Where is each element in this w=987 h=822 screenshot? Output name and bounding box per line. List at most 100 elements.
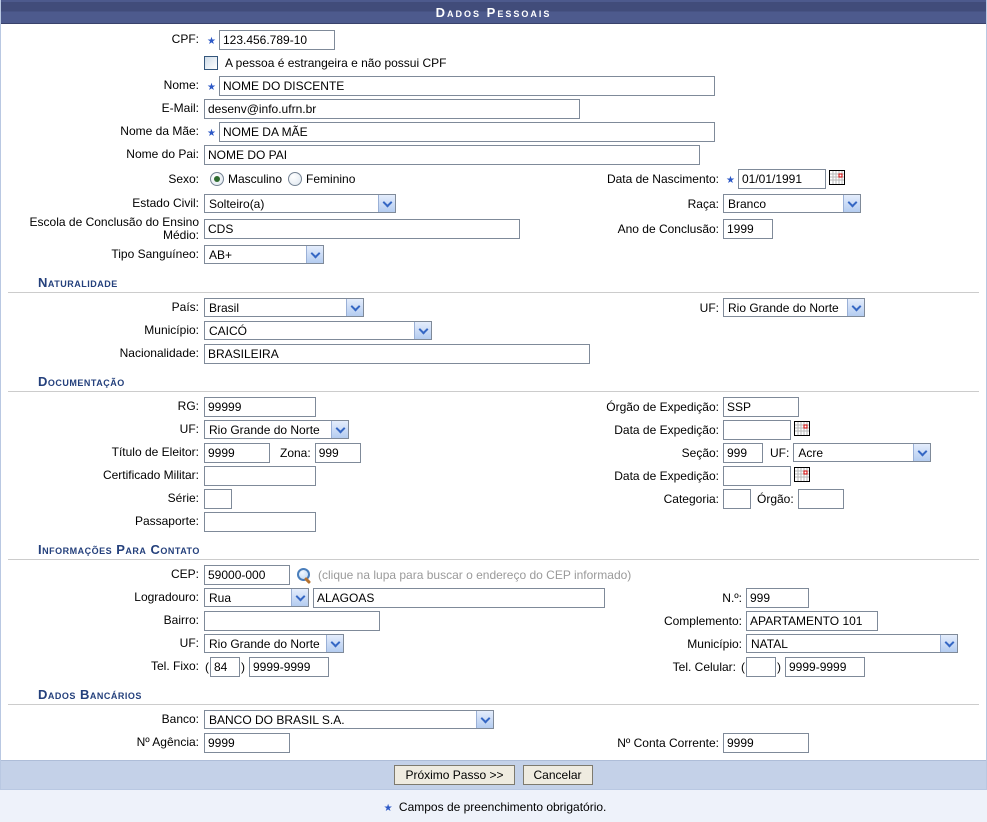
- section-naturalidade: Naturalidade: [8, 268, 979, 293]
- conta-label: Nº Conta Corrente:: [431, 736, 723, 750]
- numero-input[interactable]: [746, 588, 809, 608]
- email-label: E-Mail:: [9, 102, 204, 115]
- required-icon: [207, 33, 216, 47]
- orgao-input[interactable]: [798, 489, 844, 509]
- data-expedicao-rg-input[interactable]: [723, 420, 791, 440]
- categoria-label: Categoria:: [431, 492, 723, 506]
- logradouro-tipo-select[interactable]: Rua: [204, 588, 309, 607]
- estado-civil-row: Estado Civil: Solteiro(a) Raça: Branco: [1, 192, 986, 215]
- municipio-naturalidade-select[interactable]: CAICÓ: [204, 321, 432, 340]
- agencia-row: Nº Agência: Nº Conta Corrente:: [1, 731, 986, 754]
- chevron-down-icon: [940, 635, 957, 652]
- foreigner-checkbox[interactable]: [204, 56, 218, 70]
- nascimento-input[interactable]: [738, 169, 826, 189]
- email-row: E-Mail:: [1, 97, 986, 120]
- pais-select[interactable]: Brasil: [204, 298, 364, 317]
- chevron-down-icon: [913, 444, 930, 461]
- chevron-down-icon: [331, 421, 348, 438]
- nacionalidade-input[interactable]: [204, 344, 590, 364]
- sexo-masculino-radio[interactable]: [210, 172, 224, 186]
- bairro-input[interactable]: [204, 611, 380, 631]
- nome-input[interactable]: [219, 76, 715, 96]
- municipio-naturalidade-row: Município: CAICÓ: [1, 319, 986, 342]
- sexo-label: Sexo:: [9, 173, 204, 186]
- uf-titulo-select[interactable]: Acre: [793, 443, 931, 462]
- banco-row: Banco: BANCO DO BRASIL S.A.: [1, 708, 986, 731]
- sexo-masculino-label: Masculino: [228, 172, 282, 186]
- tel-fixo-ddd-input[interactable]: [210, 657, 240, 677]
- uf-naturalidade-select[interactable]: Rio Grande do Norte: [723, 298, 865, 317]
- ano-conclusao-input[interactable]: [723, 219, 773, 239]
- footer-bar: Próximo Passo >> Cancelar: [1, 760, 986, 789]
- calendar-icon[interactable]: [794, 467, 810, 485]
- categoria-input[interactable]: [723, 489, 751, 509]
- orgao-expedicao-input[interactable]: [723, 397, 799, 417]
- tel-celular-ddd-input[interactable]: [746, 657, 776, 677]
- agencia-input[interactable]: [204, 733, 290, 753]
- tipo-sanguineo-select[interactable]: AB+: [204, 245, 324, 264]
- pai-label: Nome do Pai:: [9, 148, 204, 161]
- cert-militar-input[interactable]: [204, 466, 316, 486]
- banco-label: Banco:: [9, 713, 204, 726]
- chevron-down-icon: [414, 322, 431, 339]
- telefones-row: Tel. Fixo: ( ) Tel. Celular: ( ): [1, 655, 986, 678]
- serie-row: Série: Categoria: Órgão:: [1, 487, 986, 510]
- escola-label: Escola de Conclusão do Ensino Médio:: [9, 216, 204, 242]
- rg-input[interactable]: [204, 397, 316, 417]
- secao-label: Seção:: [431, 446, 723, 460]
- proximo-passo-button[interactable]: Próximo Passo >>: [394, 765, 514, 785]
- municipio-contato-select[interactable]: NATAL: [746, 634, 958, 653]
- nome-label: Nome:: [9, 79, 204, 92]
- cpf-row: CPF:: [1, 28, 986, 51]
- pai-input[interactable]: [204, 145, 700, 165]
- cpf-input[interactable]: [219, 30, 335, 50]
- chevron-down-icon: [346, 299, 363, 316]
- foreigner-row: A pessoa é estrangeira e não possui CPF: [1, 51, 986, 74]
- cep-hint: (clique na lupa para buscar o endereço d…: [318, 568, 631, 582]
- nacionalidade-row: Nacionalidade:: [1, 342, 986, 365]
- estado-civil-select[interactable]: Solteiro(a): [204, 194, 396, 213]
- logradouro-row: Logradouro: Rua N.º:: [1, 586, 986, 609]
- calendar-icon[interactable]: [829, 170, 845, 188]
- agencia-label: Nº Agência:: [9, 736, 204, 749]
- tel-fixo-label: Tel. Fixo:: [9, 660, 204, 673]
- nacionalidade-label: Nacionalidade:: [9, 347, 204, 360]
- passaporte-row: Passaporte:: [1, 510, 986, 533]
- tel-celular-numero-input[interactable]: [785, 657, 865, 677]
- titulo-eleitor-input[interactable]: [204, 443, 270, 463]
- tel-fixo-numero-input[interactable]: [249, 657, 329, 677]
- uf-rg-select[interactable]: Rio Grande do Norte: [204, 420, 349, 439]
- uf-contato-select[interactable]: Rio Grande do Norte: [204, 634, 344, 653]
- secao-input[interactable]: [723, 443, 763, 463]
- mae-input[interactable]: [219, 122, 715, 142]
- calendar-icon[interactable]: [794, 421, 810, 439]
- chevron-down-icon: [843, 195, 860, 212]
- dados-pessoais-form: Dados Pessoais CPF: A pessoa é estrangei…: [0, 0, 987, 790]
- bairro-row: Bairro: Complemento:: [1, 609, 986, 632]
- nascimento-label: Data de Nascimento:: [431, 172, 723, 186]
- numero-label: N.º:: [431, 591, 746, 605]
- required-icon: [384, 800, 393, 814]
- logradouro-label: Logradouro:: [9, 591, 204, 604]
- cancelar-button[interactable]: Cancelar: [523, 765, 593, 785]
- zona-input[interactable]: [315, 443, 361, 463]
- complemento-input[interactable]: [746, 611, 878, 631]
- foreigner-label: A pessoa é estrangeira e não possui CPF: [225, 56, 446, 70]
- email-input[interactable]: [204, 99, 580, 119]
- raca-select[interactable]: Branco: [723, 194, 861, 213]
- cep-row: CEP: (clique na lupa para buscar o ender…: [1, 563, 986, 586]
- conta-input[interactable]: [723, 733, 809, 753]
- required-fields-note: Campos de preenchimento obrigatório.: [0, 790, 987, 822]
- sexo-feminino-radio[interactable]: [288, 172, 302, 186]
- uf-titulo-label: UF:: [770, 446, 789, 460]
- serie-input[interactable]: [204, 489, 232, 509]
- data-expedicao-cert-input[interactable]: [723, 466, 791, 486]
- banco-select[interactable]: BANCO DO BRASIL S.A.: [204, 710, 494, 729]
- passaporte-input[interactable]: [204, 512, 316, 532]
- uf-rg-row: UF: Rio Grande do Norte Data de Expediçã…: [1, 418, 986, 441]
- cep-input[interactable]: [204, 565, 290, 585]
- sexo-feminino-label: Feminino: [306, 172, 355, 186]
- sexo-row: Sexo: Masculino Feminino Data de Nascime…: [1, 166, 986, 192]
- form-body: CPF: A pessoa é estrangeira e não possui…: [1, 24, 986, 756]
- search-cep-icon[interactable]: [296, 567, 312, 583]
